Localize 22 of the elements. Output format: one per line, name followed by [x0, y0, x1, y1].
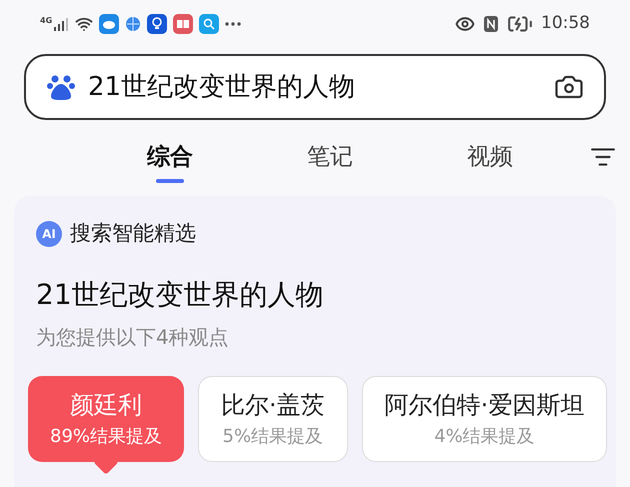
- search-field[interactable]: 21世纪改变世界的人物: [24, 54, 606, 120]
- viewpoint-option[interactable]: 比尔·盖茨 5%结果提及: [198, 376, 348, 462]
- viewpoint-option[interactable]: 阿尔伯特·爱因斯坦 4%结果提及: [362, 376, 608, 462]
- signal-icon: [53, 17, 70, 31]
- book-app-icon: [173, 14, 194, 34]
- card-subtitle: 为您提供以下4种观点: [36, 324, 230, 350]
- more-icon: [225, 22, 242, 26]
- eye-icon: [455, 14, 475, 34]
- weather-app-icon: [99, 14, 120, 34]
- clock-time: 10:58: [541, 12, 590, 36]
- search-app-icon: [199, 14, 220, 34]
- card-title: 搜索智能精选: [70, 220, 196, 247]
- network-type: 4G: [40, 17, 52, 25]
- lightbulb-app-icon: [147, 14, 168, 34]
- tab[interactable]: 视频: [410, 127, 570, 187]
- nfc-icon: [483, 15, 499, 33]
- query-heading: 21世纪改变世界的人物: [36, 276, 325, 312]
- tab[interactable]: 笔记: [250, 127, 410, 187]
- ai-badge: AI: [36, 220, 62, 247]
- globe-icon: [125, 16, 142, 32]
- tab[interactable]: 综合: [90, 127, 250, 187]
- wifi-icon: [75, 15, 94, 33]
